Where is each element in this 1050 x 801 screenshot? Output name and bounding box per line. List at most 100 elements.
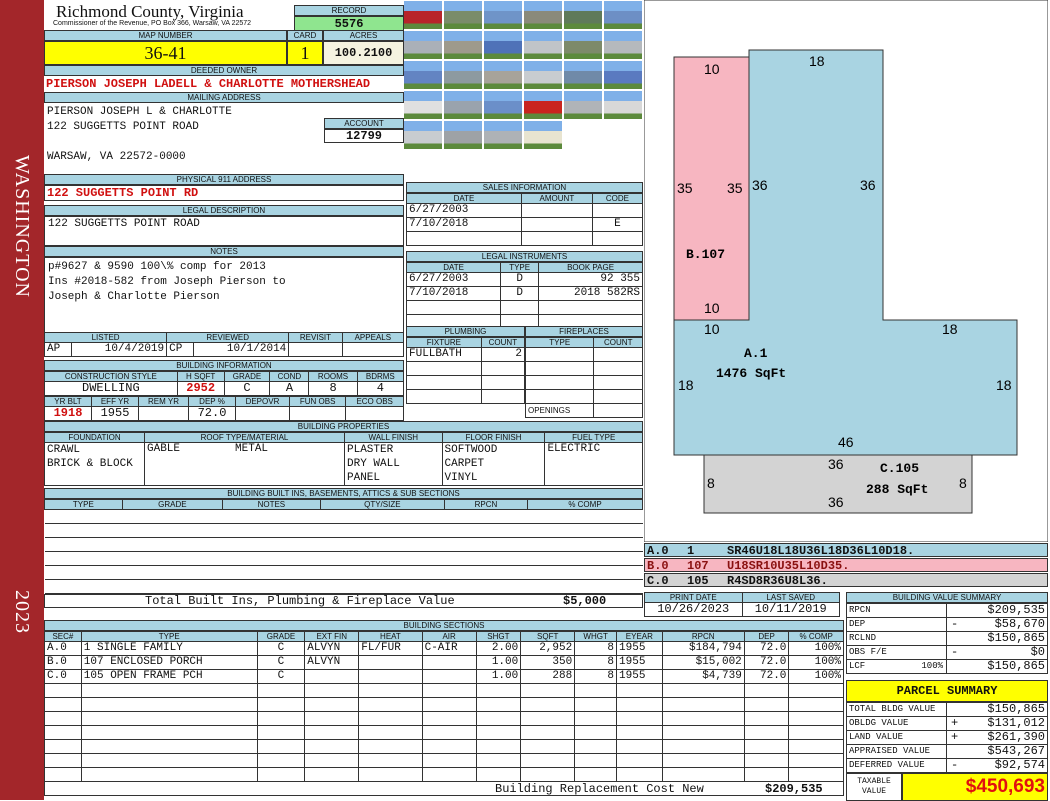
building-info-value	[345, 406, 404, 421]
table-cell	[616, 753, 663, 768]
table-cell: 1.00	[475, 669, 522, 684]
table-cell	[661, 767, 745, 782]
property-photo[interactable]	[564, 61, 602, 89]
table-cell	[358, 683, 423, 698]
sketch-vector-line[interactable]: B.0 107 U18SR10U35L10D35.	[644, 558, 1048, 573]
plumbing-table: FIXTURE COUNT FULLBATH 2	[406, 337, 526, 404]
column-header: REM YR	[138, 396, 189, 407]
property-photo-grid[interactable]	[404, 0, 644, 152]
property-photo[interactable]	[524, 1, 562, 29]
table-cell: 1955	[616, 669, 663, 684]
table-row	[44, 753, 844, 768]
property-photo[interactable]	[564, 1, 602, 29]
table-cell	[44, 711, 82, 726]
table-cell	[480, 375, 526, 390]
sketch-vector-line[interactable]: A.0 1 SR46U18L18U36L18D36L10D18.	[644, 543, 1048, 558]
table-cell: 8	[574, 669, 618, 684]
column-header: % COMP	[526, 499, 644, 510]
column-header: DEP %	[188, 396, 236, 407]
property-photo[interactable]	[604, 61, 642, 89]
table-cell	[358, 655, 423, 670]
column-header: NOTES	[222, 499, 321, 510]
table-cell	[304, 739, 360, 754]
property-photo[interactable]	[404, 1, 442, 29]
property-photo[interactable]	[484, 1, 522, 29]
property-photo[interactable]	[484, 61, 522, 89]
table-cell: C	[256, 669, 306, 684]
table-cell	[80, 711, 258, 726]
property-photo[interactable]	[404, 91, 442, 119]
table-cell	[574, 683, 618, 698]
table-cell	[421, 655, 477, 670]
property-photo[interactable]	[524, 121, 562, 149]
table-cell	[80, 767, 258, 782]
property-photo[interactable]	[564, 91, 602, 119]
table-cell	[304, 697, 360, 712]
property-photo[interactable]	[404, 121, 442, 149]
summary-label: OBS F/E	[849, 647, 887, 657]
building-info-value: 1955	[91, 406, 139, 421]
property-photo[interactable]	[484, 91, 522, 119]
page-subtitle: Commissioner of the Revenue, PO Box 366,…	[53, 20, 252, 27]
table-cell: 2018 582RS	[538, 286, 643, 301]
table-cell	[520, 217, 593, 232]
table-cell: 8	[574, 655, 618, 670]
property-photo[interactable]	[444, 61, 482, 89]
table-cell	[616, 683, 663, 698]
property-photo[interactable]	[484, 31, 522, 59]
property-photo[interactable]	[444, 1, 482, 29]
page-title: Richmond County, Virginia	[56, 2, 244, 21]
dim-label: 36	[752, 177, 768, 193]
column-header: WHGT	[574, 631, 618, 642]
table-cell	[304, 669, 360, 684]
table-cell	[743, 697, 790, 712]
card-label: CARD	[287, 30, 323, 41]
building-properties-table: FOUNDATION ROOF TYPE/MATERIAL WALL FINISH F…	[44, 432, 643, 486]
summary-row: LAND VALUE + $261,390	[846, 730, 1048, 745]
column-header: FUN OBS	[288, 396, 347, 407]
table-cell	[421, 683, 477, 698]
column-header: HEAT	[358, 631, 423, 642]
table-row: B.0 107 ENCLOSED PORCH C ALVYN 1.00 350 8 1955 $…	[44, 655, 844, 670]
summary-row: RCLND $150,865	[846, 631, 1048, 646]
property-photo[interactable]	[484, 121, 522, 149]
dim-label: 46	[838, 434, 854, 450]
sketch-vector-line[interactable]: C.0 105 R4SD8R36U8L36.	[644, 573, 1048, 588]
table-row: A.0 1 SINGLE FAMILY C ALVYN FL/FUR C-AIR 2.00 2…	[44, 641, 844, 656]
column-header: DATE	[406, 193, 522, 204]
table-cell	[421, 697, 477, 712]
property-photo[interactable]	[604, 91, 642, 119]
property-photo[interactable]	[524, 91, 562, 119]
table-cell	[256, 739, 306, 754]
table-cell: B.0	[44, 655, 82, 670]
table-cell: 6/27/2003	[405, 272, 502, 287]
property-photo[interactable]	[444, 91, 482, 119]
county-sidebar: WASHINGTON 2023	[0, 0, 44, 800]
table-row: 7/10/2018 D 2018 582RS	[405, 286, 643, 301]
table-cell: FL/FUR	[358, 641, 423, 656]
legal-description-label: LEGAL DESCRIPTION	[44, 205, 404, 216]
property-photo[interactable]	[604, 31, 642, 59]
table-cell	[421, 767, 477, 782]
property-photo[interactable]	[524, 61, 562, 89]
property-photo[interactable]	[524, 31, 562, 59]
property-photo[interactable]	[404, 61, 442, 89]
builtins-total-value: $5,000	[563, 594, 607, 608]
summary-label: LCF	[849, 661, 866, 671]
property-photo[interactable]	[444, 121, 482, 149]
table-cell	[256, 711, 306, 726]
table-cell	[616, 711, 663, 726]
legal-description: 122 SUGGETTS POINT ROAD	[44, 216, 404, 246]
table-row	[44, 711, 844, 726]
property-photo[interactable]	[564, 31, 602, 59]
sections-total-value: $209,535	[765, 782, 823, 796]
building-info-value: 8	[308, 381, 358, 396]
property-photo[interactable]	[604, 1, 642, 29]
table-cell	[406, 231, 522, 246]
property-photo[interactable]	[444, 31, 482, 59]
property-photo[interactable]	[404, 31, 442, 59]
physical-address-label: PHYSICAL 911 ADDRESS	[44, 174, 404, 185]
column-header: COUNT	[480, 337, 526, 348]
building-sketch[interactable]: 10 35 35 10 18 36 36 10 18 18 18 46 36 3…	[644, 0, 1048, 542]
column-header: % COMP	[788, 631, 844, 642]
